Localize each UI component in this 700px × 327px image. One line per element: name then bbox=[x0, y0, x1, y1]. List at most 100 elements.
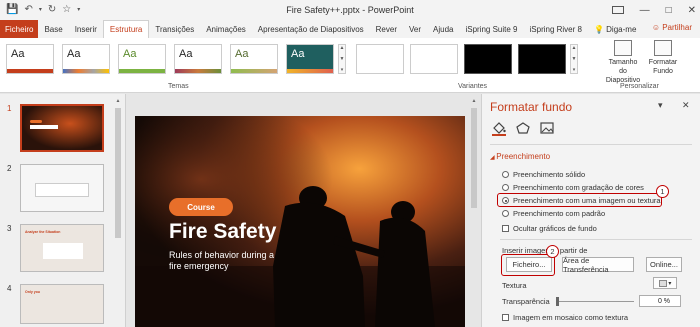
effects-pentagon-icon[interactable] bbox=[516, 122, 530, 136]
save-icon[interactable]: 💾 bbox=[6, 5, 18, 15]
minimize-icon[interactable]: — bbox=[640, 5, 650, 16]
format-background-pane: Formatar fundo ▾ ✕ ◢ Preenchimento Preen… bbox=[481, 94, 700, 327]
transparency-label: Transparência bbox=[502, 297, 550, 306]
share-button[interactable]: ☺ Partilhar bbox=[652, 23, 692, 32]
slide-size-button[interactable]: Tamanho do Diapositivo bbox=[604, 40, 642, 85]
variant-thumbnail[interactable] bbox=[356, 44, 404, 74]
star-icon[interactable]: ☆ bbox=[62, 5, 71, 15]
tab-inserir[interactable]: Inserir bbox=[69, 20, 103, 38]
transparency-spinner[interactable]: 0 % bbox=[639, 295, 681, 307]
ribbon: Aa Aa Aa Aa Aa Aa ▲ ▼ ▾ Temas ▲ ▼ ▾ Variante… bbox=[0, 38, 700, 93]
fill-bucket-icon[interactable] bbox=[492, 122, 506, 136]
slide-title: Fire Safety bbox=[169, 220, 277, 243]
tile-picture-checkbox[interactable]: Imagem em mosaico como textura bbox=[502, 313, 628, 322]
theme-glyph: Aa bbox=[67, 48, 81, 60]
current-slide[interactable]: Course Fire Safety Rules of behavior dur… bbox=[135, 116, 465, 327]
maximize-icon[interactable]: □ bbox=[666, 5, 672, 16]
scroll-up-icon[interactable]: ▲ bbox=[114, 98, 122, 104]
checkbox-label: Imagem em mosaico como textura bbox=[513, 313, 629, 322]
window-title: Fire Safety++.pptx - PowerPoint bbox=[286, 5, 414, 15]
customize-qat-icon[interactable]: ▾ bbox=[77, 5, 80, 15]
course-badge: Course bbox=[169, 198, 233, 216]
pane-options-icon[interactable]: ▾ bbox=[658, 100, 663, 111]
close-pane-icon[interactable]: ✕ bbox=[682, 100, 690, 111]
scroll-up-icon[interactable]: ▲ bbox=[470, 98, 478, 104]
redo-icon[interactable]: ↻ bbox=[48, 5, 56, 15]
radio-label: Preenchimento com gradação de cores bbox=[513, 183, 644, 192]
theme-thumbnail[interactable]: Aa bbox=[62, 44, 110, 74]
tab-apresentacao[interactable]: Apresentação de Diapositivos bbox=[252, 20, 370, 38]
themes-group-label: Temas bbox=[168, 83, 189, 90]
theme-glyph: Aa bbox=[11, 48, 25, 60]
slide-number: 1 bbox=[7, 104, 12, 113]
texture-dropdown[interactable]: ▾ bbox=[653, 277, 677, 289]
slide-thumbnail-1[interactable] bbox=[20, 104, 104, 152]
dropdown-icon[interactable]: ▾ bbox=[39, 5, 42, 15]
fill-section-header[interactable]: ◢ Preenchimento bbox=[490, 152, 550, 161]
thumb-card bbox=[35, 183, 89, 197]
callout-badge: 1 bbox=[656, 185, 669, 198]
tab-ispring-suite[interactable]: iSpring Suite 9 bbox=[459, 20, 523, 38]
theme-glyph: Aa bbox=[179, 48, 193, 60]
thumb-badge bbox=[30, 120, 42, 123]
tell-me-box[interactable]: 💡 Diga-me bbox=[588, 20, 642, 38]
pane-title: Formatar fundo bbox=[490, 100, 573, 114]
highlight-ring bbox=[501, 254, 555, 276]
radio-solid-fill[interactable]: Preenchimento sólido bbox=[502, 170, 585, 179]
tell-me-label: Diga-me bbox=[606, 24, 637, 34]
theme-thumbnail[interactable]: Aa bbox=[286, 44, 334, 74]
callout-badge: 2 bbox=[546, 245, 559, 258]
slider-handle[interactable] bbox=[556, 297, 559, 306]
tab-transicoes[interactable]: Transições bbox=[149, 20, 200, 38]
slide-thumbnail-4[interactable]: Only you bbox=[20, 284, 104, 324]
theme-color-bar bbox=[7, 69, 53, 73]
checkbox-label: Ocultar gráficos de fundo bbox=[513, 224, 597, 233]
share-label: Partilhar bbox=[662, 23, 692, 32]
slide-thumbnail-3[interactable]: Analyze the Situation bbox=[20, 224, 104, 272]
variant-thumbnail[interactable] bbox=[464, 44, 512, 74]
theme-thumbnail[interactable]: Aa bbox=[174, 44, 222, 74]
texture-swatch-icon bbox=[658, 279, 667, 287]
online-button[interactable]: Online... bbox=[646, 257, 682, 272]
transparency-slider[interactable] bbox=[556, 297, 634, 306]
slide-thumbnail-2[interactable] bbox=[20, 164, 104, 212]
ribbon-display-options-icon[interactable] bbox=[611, 6, 624, 14]
clipboard-button[interactable]: Área de Transferência bbox=[562, 256, 634, 274]
tab-ver[interactable]: Ver bbox=[403, 20, 427, 38]
ribbon-tabs: Ficheiro Base Inserir Estrutura Transiçõ… bbox=[0, 20, 700, 38]
variant-thumbnail[interactable] bbox=[410, 44, 458, 74]
picture-icon[interactable] bbox=[540, 122, 554, 136]
slide-editor: Course Fire Safety Rules of behavior dur… bbox=[127, 94, 480, 327]
scrollbar-thumb[interactable] bbox=[471, 108, 477, 208]
tab-estrutura[interactable]: Estrutura bbox=[102, 20, 150, 38]
radio-label: Preenchimento sólido bbox=[513, 170, 586, 179]
theme-thumbnail[interactable]: Aa bbox=[6, 44, 54, 74]
format-background-button[interactable]: Formatar Fundo bbox=[644, 40, 682, 76]
transparency-value: 0 % bbox=[657, 297, 670, 305]
tab-ficheiro[interactable]: Ficheiro bbox=[0, 20, 39, 38]
scrollbar-thumb[interactable] bbox=[115, 108, 121, 238]
theme-glyph: Aa bbox=[123, 48, 137, 60]
customize-group-label: Personalizar bbox=[620, 83, 659, 90]
radio-pattern-fill[interactable]: Preenchimento com padrão bbox=[502, 209, 605, 218]
hide-background-graphics-checkbox[interactable]: Ocultar gráficos de fundo bbox=[502, 224, 597, 233]
tab-ajuda[interactable]: Ajuda bbox=[427, 20, 459, 38]
slide-scrollbar[interactable]: ▲ bbox=[470, 98, 478, 327]
variants-gallery-scroll[interactable]: ▲ ▼ ▾ bbox=[570, 44, 578, 74]
tab-rever[interactable]: Rever bbox=[370, 20, 403, 38]
tab-animacoes[interactable]: Animações bbox=[200, 20, 252, 38]
radio-gradient-fill[interactable]: Preenchimento com gradação de cores bbox=[502, 183, 644, 192]
theme-thumbnail[interactable]: Aa bbox=[230, 44, 278, 74]
thumbnails-scrollbar[interactable]: ▲ bbox=[114, 98, 122, 323]
undo-icon[interactable]: ↶ bbox=[24, 5, 32, 15]
slide-size-label: Tamanho do Diapositivo bbox=[605, 59, 641, 84]
tab-base[interactable]: Base bbox=[38, 20, 68, 38]
highlight-ring bbox=[497, 193, 662, 207]
close-icon[interactable]: ✕ bbox=[688, 5, 696, 16]
theme-thumbnail[interactable]: Aa bbox=[118, 44, 166, 74]
variant-thumbnail[interactable] bbox=[518, 44, 566, 74]
theme-color-bar bbox=[287, 69, 333, 73]
themes-gallery-scroll[interactable]: ▲ ▼ ▾ bbox=[338, 44, 346, 74]
tab-ispring-river[interactable]: iSpring River 8 bbox=[524, 20, 588, 38]
slide-size-icon bbox=[614, 40, 632, 56]
